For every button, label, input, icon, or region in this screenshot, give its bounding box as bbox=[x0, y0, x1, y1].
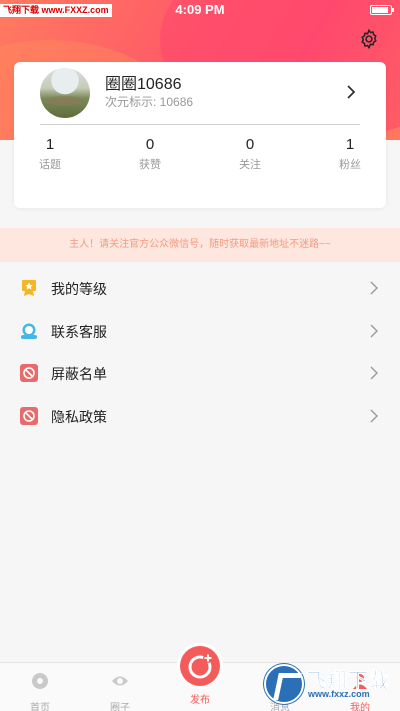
settings-gear-icon[interactable] bbox=[358, 28, 380, 50]
stat-label: 粉丝 bbox=[339, 159, 361, 171]
user-id-label: 次元标示: 10686 bbox=[105, 95, 194, 109]
battery-fill bbox=[372, 7, 389, 13]
chevron-right-icon bbox=[370, 324, 378, 337]
watermark-logo bbox=[264, 664, 304, 704]
home-icon bbox=[32, 673, 48, 689]
stat-value: 1 bbox=[45, 136, 55, 153]
menu-label: 联系客服 bbox=[51, 323, 107, 340]
status-bar: 飞翔下载 www.FXXZ.com 4:09 PM bbox=[0, 0, 400, 20]
stat-value: 0 bbox=[245, 136, 255, 153]
publish-icon bbox=[188, 653, 213, 679]
menu-item-privacy-policy[interactable]: 隐私政策 bbox=[0, 395, 400, 438]
avatar[interactable] bbox=[40, 68, 90, 118]
divider bbox=[40, 124, 360, 125]
menu-item-customer-service[interactable]: 联系客服 bbox=[0, 310, 400, 353]
menu-item-my-level[interactable]: 我的等级 bbox=[0, 267, 400, 310]
watermark-url: www.fxxz.com bbox=[308, 689, 370, 699]
chevron-right-icon bbox=[370, 409, 378, 422]
tab-label: 我的 bbox=[350, 703, 370, 711]
battery-icon bbox=[370, 5, 394, 15]
stat-fans[interactable]: 1 粉丝 bbox=[320, 136, 380, 172]
stat-topics[interactable]: 1 话题 bbox=[20, 136, 80, 172]
profile-card[interactable]: 圈圈10686 次元标示: 10686 1 话题 0 获赞 0 关注 1 粉丝 bbox=[14, 62, 386, 208]
chevron-right-icon bbox=[370, 366, 378, 380]
stat-label: 话题 bbox=[39, 159, 61, 171]
tab-home[interactable]: 首页 bbox=[10, 671, 70, 711]
customer-service-icon bbox=[21, 323, 37, 339]
stat-value: 1 bbox=[345, 136, 355, 153]
circle-icon bbox=[112, 676, 128, 686]
block-icon bbox=[20, 406, 38, 425]
tab-circle[interactable]: 圈子 bbox=[90, 671, 150, 711]
block-icon bbox=[20, 364, 38, 382]
chevron-right-icon[interactable] bbox=[344, 83, 358, 101]
notice-banner: 主人！请关注官方公众微信号，随时获取最新地址不迷路~~ bbox=[0, 228, 400, 262]
menu-label: 屏蔽名单 bbox=[51, 366, 107, 382]
status-time: 4:09 PM bbox=[175, 2, 225, 17]
username: 圈圈10686 bbox=[105, 76, 182, 93]
menu-label: 隐私政策 bbox=[51, 408, 107, 425]
menu-item-block-list[interactable]: 屏蔽名单 bbox=[0, 352, 400, 395]
menu-list: 我的等级 联系客服 屏蔽名单 隐私政策 bbox=[0, 267, 400, 437]
tab-label: 圈子 bbox=[110, 703, 130, 711]
tab-label: 首页 bbox=[30, 703, 50, 711]
stat-value: 0 bbox=[145, 136, 155, 153]
chevron-right-icon bbox=[370, 281, 378, 295]
stat-following[interactable]: 0 关注 bbox=[220, 136, 280, 172]
level-badge-icon bbox=[22, 280, 36, 296]
menu-label: 我的等级 bbox=[51, 281, 107, 297]
stat-label: 关注 bbox=[239, 159, 261, 171]
publish-button[interactable] bbox=[180, 646, 220, 686]
publish-label: 发布 bbox=[190, 695, 210, 706]
stat-likes[interactable]: 0 获赞 bbox=[120, 136, 180, 172]
stat-label: 获赞 bbox=[139, 159, 161, 171]
